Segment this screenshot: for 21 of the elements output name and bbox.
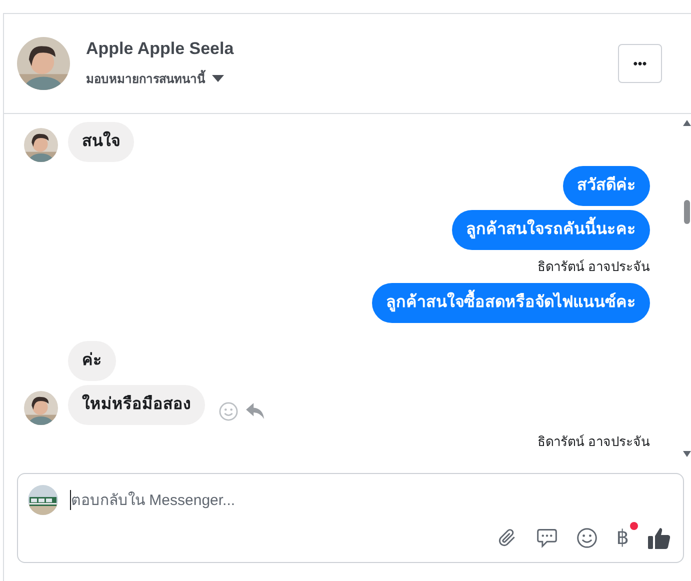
received-message: ค่ะ (68, 341, 116, 381)
received-message: ใหม่หรือมือสอง (68, 385, 205, 425)
sent-message: ลูกค้าสนใจซื้อสดหรือจัดไฟแนนซ์คะ (372, 283, 650, 323)
reply-icon[interactable] (246, 403, 265, 420)
thumbs-up-icon[interactable] (647, 526, 671, 550)
caret-icon[interactable] (212, 74, 224, 82)
sent-message: ลูกค้าสนใจรถคันนี้นะคะ (452, 210, 650, 250)
received-message: สนใจ (68, 122, 134, 162)
sender-name: ธิดารัตน์ อาจประจัน (537, 433, 650, 451)
smiley-icon[interactable] (576, 527, 598, 549)
chat-bubble-icon[interactable] (536, 527, 558, 549)
more-button[interactable]: ••• (618, 44, 662, 83)
assign-conversation-link[interactable]: มอบหมายการสนทนานี้ (86, 69, 205, 88)
scroll-up-icon[interactable] (683, 120, 691, 126)
contact-name: Apple Apple Seela (86, 39, 235, 59)
scroll-down-icon[interactable] (683, 451, 691, 457)
scrollbar-thumb[interactable] (684, 200, 690, 224)
payment-button[interactable]: ฿ (616, 527, 629, 549)
sender-name: ธิดารัตน์ อาจประจัน (537, 258, 650, 276)
sent-message: สวัสดีค่ะ (563, 166, 650, 206)
reply-input-field[interactable]: ตอบกลับใน Messenger... (70, 490, 673, 510)
